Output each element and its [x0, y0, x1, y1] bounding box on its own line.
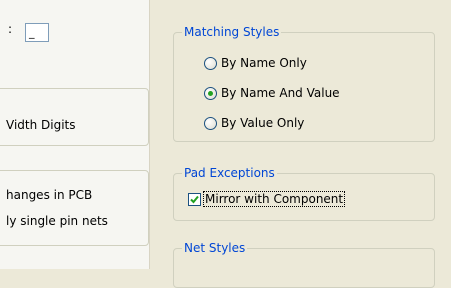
net-styles-title: Net Styles [182, 240, 248, 256]
radio-label: By Name Only [221, 56, 307, 70]
checkbox-checked-icon[interactable] [188, 192, 201, 206]
width-digits-group: Vidth Digits [0, 88, 149, 146]
mirror-with-component-label: Mirror with Component [203, 191, 346, 207]
radio-label: By Value Only [221, 116, 305, 130]
net-styles-group: Net Styles [173, 240, 435, 288]
pcb-options-group: hanges in PCB ly single pin nets [0, 170, 149, 246]
width-digits-label: Vidth Digits [6, 118, 76, 132]
radio-button-selected-icon[interactable] [204, 86, 217, 100]
single-pin-nets-label: ly single pin nets [6, 214, 108, 228]
radio-by-name-and-value[interactable]: By Name And Value [204, 86, 340, 100]
left-panel: : _ Vidth Digits hanges in PCB ly single… [0, 0, 150, 269]
radio-label: By Name And Value [221, 86, 340, 100]
radio-button-icon[interactable] [204, 56, 217, 70]
changes-in-pcb-label: hanges in PCB [6, 188, 93, 202]
pad-exceptions-group: Pad Exceptions Mirror with Component [173, 165, 435, 221]
digits-input[interactable]: _ [25, 23, 49, 42]
radio-button-icon[interactable] [204, 116, 217, 130]
mirror-with-component-checkbox[interactable]: Mirror with Component [188, 191, 346, 207]
field-colon: : [8, 22, 13, 36]
pad-exceptions-title: Pad Exceptions [182, 165, 277, 181]
radio-by-name-only[interactable]: By Name Only [204, 56, 307, 70]
matching-styles-title: Matching Styles [182, 24, 282, 40]
radio-by-value-only[interactable]: By Value Only [204, 116, 304, 130]
matching-styles-group: Matching Styles By Name Only By Name And… [173, 24, 435, 142]
